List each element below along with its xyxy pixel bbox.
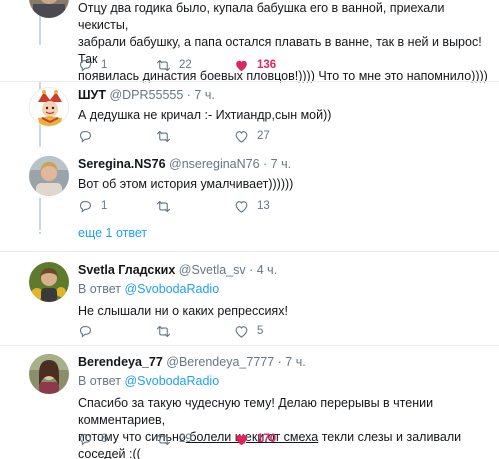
reply-icon	[79, 130, 92, 143]
reply-icon	[79, 200, 92, 213]
reply-button[interactable]: 6	[78, 432, 156, 447]
tweet-actions: 1 22 136	[78, 56, 312, 74]
like-button[interactable]: 5	[234, 324, 312, 339]
like-count: 170	[257, 433, 277, 445]
tweet-text: А дедушка не кричал :- Ихтиандр,сын мой)…	[78, 108, 332, 122]
reply-icon	[79, 433, 92, 446]
tweet[interactable]: ШУТ @DPR55555 · 7 ч. А дедушка не кричал…	[0, 82, 499, 154]
display-name[interactable]: Berendeya_77	[78, 355, 163, 369]
like-button[interactable]: 13	[234, 199, 312, 214]
user-handle[interactable]: @DPR55555 · 7 ч.	[109, 88, 214, 102]
tweet[interactable]: Отцу два годика было, купала бабушка его…	[0, 0, 499, 83]
tweet-text-line: Спасибо за такую чудесную тему! Делаю пе…	[78, 396, 434, 427]
avatar[interactable]	[29, 354, 69, 394]
thread-line-dashed	[39, 224, 41, 234]
reply-target-link[interactable]: @SvobodaRadio	[124, 374, 219, 388]
retweet-icon	[157, 325, 170, 337]
tweet[interactable]: Seregina.NS76 @nsereginaN76 · 7 ч. Вот о…	[0, 153, 499, 223]
retweet-button[interactable]: 29	[156, 432, 234, 447]
reply-button[interactable]: 1	[78, 58, 156, 73]
like-button[interactable]: 136	[234, 58, 312, 73]
retweet-icon	[157, 200, 170, 212]
reply-context: В ответ @SvobodaRadio	[78, 281, 489, 298]
reply-button[interactable]: 1	[78, 199, 156, 214]
user-handle[interactable]: @nsereginaN76 · 7 ч.	[169, 157, 291, 171]
like-count: 5	[257, 325, 264, 337]
tweet-header: Svetla Гладских @Svetla_sv · 4 ч.	[78, 262, 489, 279]
tweet-text: Спасибо за такую чудесную тему! Делаю пе…	[78, 395, 489, 459]
like-icon	[235, 200, 248, 213]
show-more-replies-link[interactable]: еще 1 ответ	[78, 226, 147, 240]
tweet-actions: 1 13	[78, 197, 312, 215]
display-name[interactable]: ШУТ	[78, 88, 106, 102]
retweet-count: 22	[179, 59, 192, 71]
display-name[interactable]: Svetla Гладских	[78, 263, 175, 277]
retweet-icon	[157, 433, 170, 445]
retweet-icon	[157, 59, 170, 71]
avatar[interactable]	[29, 87, 69, 127]
tweet-header: ШУТ @DPR55555 · 7 ч.	[78, 87, 489, 104]
user-handle[interactable]: @Berendeya_7777 · 7 ч.	[166, 355, 305, 369]
tweet[interactable]: Berendeya_77 @Berendeya_7777 · 7 ч. В от…	[0, 346, 499, 459]
avatar[interactable]	[29, 262, 69, 302]
reply-icon	[79, 325, 92, 338]
tweet-actions: 27	[78, 127, 312, 145]
retweet-button[interactable]	[156, 129, 234, 144]
reply-button[interactable]	[78, 324, 156, 339]
like-count: 27	[257, 130, 270, 142]
retweet-icon	[157, 130, 170, 142]
reply-target-link[interactable]: @SvobodaRadio	[124, 282, 219, 296]
retweet-button[interactable]	[156, 199, 234, 214]
reply-prefix: В ответ	[78, 282, 121, 296]
tweet-actions: 6 29 170	[78, 430, 312, 448]
avatar[interactable]	[29, 156, 69, 196]
like-icon	[235, 325, 248, 338]
like-icon	[235, 130, 248, 143]
like-count: 13	[257, 200, 270, 212]
display-name[interactable]: Seregina.NS76	[78, 157, 166, 171]
reply-button[interactable]	[78, 129, 156, 144]
like-button[interactable]: 27	[234, 129, 312, 144]
tweet-header: Berendeya_77 @Berendeya_7777 · 7 ч.	[78, 354, 489, 371]
user-handle[interactable]: @Svetla_sv · 4 ч.	[179, 263, 277, 277]
avatar[interactable]	[29, 0, 69, 18]
heart-filled-icon	[236, 434, 247, 445]
reply-icon	[79, 59, 92, 72]
retweet-count: 29	[179, 433, 192, 445]
tweet-header: Seregina.NS76 @nsereginaN76 · 7 ч.	[78, 156, 489, 173]
reply-context: В ответ @SvobodaRadio	[78, 373, 489, 390]
reply-count: 6	[101, 433, 108, 445]
tweet-text: Не слышали ни о каких репрессиях!	[78, 304, 288, 318]
tweet-actions: 5	[78, 322, 312, 340]
retweet-button[interactable]	[156, 324, 234, 339]
reply-count: 1	[101, 200, 108, 212]
like-count: 136	[257, 59, 277, 71]
reply-count: 1	[101, 59, 108, 71]
like-button[interactable]: 170	[234, 432, 312, 447]
retweet-button[interactable]: 22	[156, 58, 234, 73]
tweet[interactable]: Svetla Гладских @Svetla_sv · 4 ч. В отве…	[0, 252, 499, 342]
tweet-text: Вот об этом история умалчивает))))))	[78, 177, 294, 191]
heart-filled-icon	[236, 60, 247, 71]
reply-prefix: В ответ	[78, 374, 121, 388]
